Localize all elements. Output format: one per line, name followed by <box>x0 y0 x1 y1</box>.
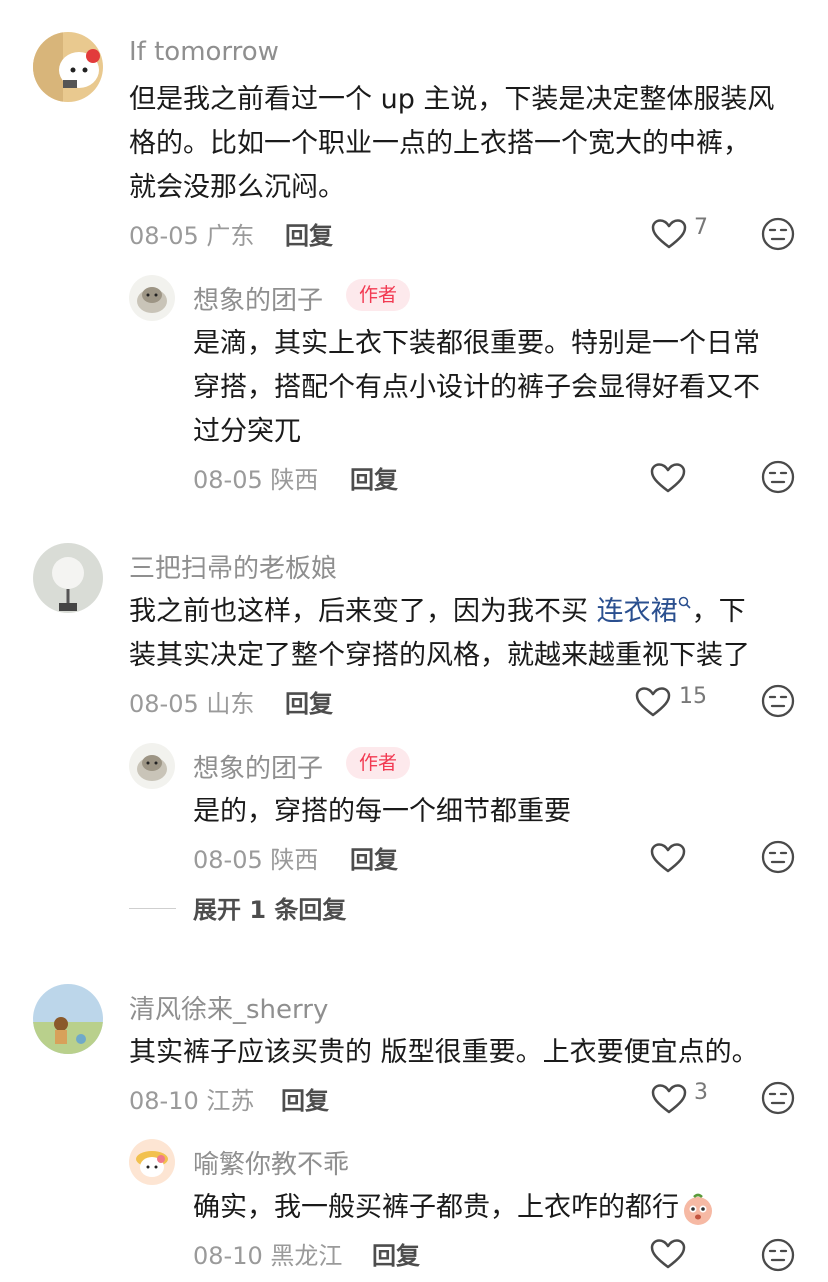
reply-text: 确实，我一般买裤子都贵，上衣咋的都行 <box>193 1186 813 1230</box>
heart-icon[interactable] <box>650 1238 686 1270</box>
reply-date: 08-05 <box>193 846 263 874</box>
avatar[interactable] <box>129 743 175 789</box>
unamused-face-icon[interactable] <box>761 460 795 494</box>
heart-icon[interactable] <box>650 462 686 494</box>
reply-location: 陕西 <box>270 466 319 494</box>
like-count: 7 <box>694 215 708 240</box>
avatar[interactable] <box>33 984 103 1054</box>
comment-text: 但是我之前看过一个 up 主说，下装是决定整体服装风 格的。比如一个职业一点的上… <box>129 78 809 210</box>
reply-date: 08-10 <box>193 1242 263 1270</box>
comment-meta: 08-05 广东 <box>129 216 254 251</box>
unamused-face-icon[interactable] <box>761 840 795 874</box>
reply-location: 黑龙江 <box>270 1242 343 1270</box>
reply-meta: 08-05 陕西 <box>193 840 318 875</box>
avatar[interactable] <box>33 32 103 102</box>
reply-button[interactable]: 回复 <box>285 684 333 719</box>
comment-date: 08-05 <box>129 690 199 718</box>
comment-text-line: 但是我之前看过一个 up 主说，下装是决定整体服装风 <box>129 84 775 115</box>
comment-location: 江苏 <box>206 1087 255 1115</box>
reply-text-line: 是滴，其实上衣下装都很重要。特别是一个日常 <box>193 328 760 359</box>
like-count: 15 <box>679 684 707 709</box>
comment-text-segment: ，下 <box>691 596 746 627</box>
comment-date: 08-10 <box>129 1087 199 1115</box>
reply-text: 是的，穿搭的每一个细节都重要 <box>193 796 571 827</box>
reply-username[interactable]: 喻繁你教不乖 <box>193 1144 349 1181</box>
reply-text-segment: 确实，我一般买裤子都贵，上衣咋的都行 <box>193 1192 679 1223</box>
heart-icon[interactable] <box>635 686 671 718</box>
comment-username[interactable]: 清风徐来_sherry <box>129 989 328 1026</box>
comment-text-line: 我之前也这样，后来变了，因为我不买 连衣裙 ，下 <box>129 590 809 634</box>
reply-button[interactable]: 回复 <box>281 1081 329 1116</box>
author-badge: 作者 <box>346 747 411 779</box>
avatar[interactable] <box>129 275 175 321</box>
reply-username[interactable]: 想象的团子 <box>193 748 323 785</box>
comment-username[interactable]: 三把扫帚的老板娘 <box>129 548 337 585</box>
keyword-link-label: 连衣裙 <box>596 596 678 627</box>
reply-meta: 08-05 陕西 <box>193 460 318 495</box>
comment-text: 其实裤子应该买贵的 版型很重要。上衣要便宜点的。 <box>129 1037 759 1068</box>
comment-text-line: 格的。比如一个职业一点的上衣搭一个宽大的中裤， <box>129 128 750 159</box>
reply-button[interactable]: 回复 <box>350 840 398 875</box>
author-badge: 作者 <box>346 279 411 311</box>
expand-replies-button[interactable]: 展开 1 条回复 <box>193 890 346 925</box>
comment-date: 08-05 <box>129 222 199 250</box>
reply-button[interactable]: 回复 <box>350 460 398 495</box>
heart-icon[interactable] <box>651 1083 687 1115</box>
like-count: 3 <box>694 1080 708 1105</box>
reply-text: 是滴，其实上衣下装都很重要。特别是一个日常 穿搭，搭配个有点小设计的裤子会显得好… <box>193 322 813 454</box>
comment-text-line: 装其实决定了整个穿搭的风格，就越来越重视下装了 <box>129 640 750 671</box>
comment-location: 广东 <box>206 222 255 250</box>
avatar[interactable] <box>129 1139 175 1185</box>
reply-text-line: 过分突兀 <box>193 416 301 447</box>
comment-username[interactable]: If tomorrow <box>129 37 279 67</box>
keyword-link[interactable]: 连衣裙 <box>597 596 692 627</box>
heart-icon[interactable] <box>651 218 687 250</box>
unamused-face-icon[interactable] <box>761 1081 795 1115</box>
unamused-face-icon[interactable] <box>761 217 795 251</box>
expand-divider <box>129 908 176 909</box>
comment-location: 山东 <box>206 690 255 718</box>
comment-meta: 08-10 江苏 <box>129 1081 254 1116</box>
reply-text-line: 穿搭，搭配个有点小设计的裤子会显得好看又不 <box>193 372 760 403</box>
comment-text-segment: 我之前也这样，后来变了，因为我不买 <box>129 596 597 627</box>
reply-button[interactable]: 回复 <box>285 216 333 251</box>
comment-text-line: 就会没那么沉闷。 <box>129 172 345 203</box>
reply-button[interactable]: 回复 <box>372 1236 420 1271</box>
comment-meta: 08-05 山东 <box>129 684 254 719</box>
comment-text: 我之前也这样，后来变了，因为我不买 连衣裙 ，下 装其实决定了整个穿搭的风格，就越… <box>129 590 809 678</box>
unamused-face-icon[interactable] <box>761 1238 795 1272</box>
heart-icon[interactable] <box>650 842 686 874</box>
reply-meta: 08-10 黑龙江 <box>193 1236 342 1271</box>
avatar[interactable] <box>33 543 103 613</box>
reply-date: 08-05 <box>193 466 263 494</box>
reply-username[interactable]: 想象的团子 <box>193 280 323 317</box>
crying-face-emoji <box>684 1193 712 1225</box>
search-icon <box>678 596 691 609</box>
reply-location: 陕西 <box>270 846 319 874</box>
unamused-face-icon[interactable] <box>761 684 795 718</box>
